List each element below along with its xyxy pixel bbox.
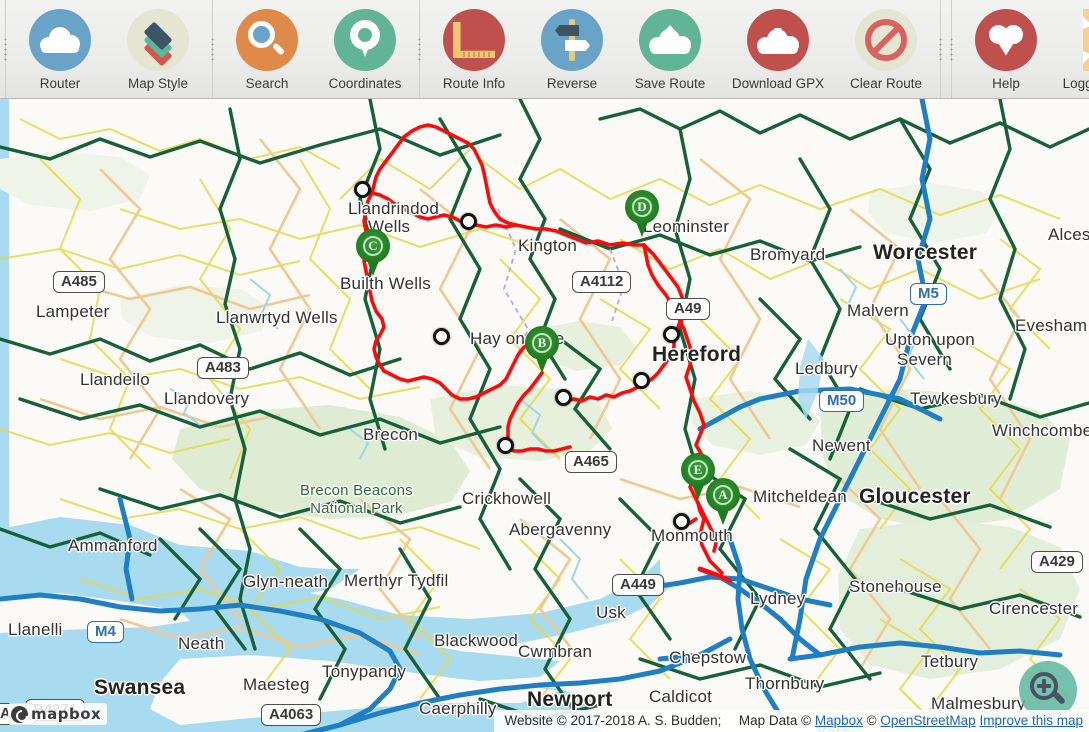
road-shield: A449 xyxy=(612,574,664,596)
road-shield: A4112 xyxy=(572,271,632,293)
toolbar-separator[interactable] xyxy=(207,0,218,98)
mapbox-logo-text: mapbox xyxy=(31,705,102,723)
road-shield: A429 xyxy=(1031,551,1083,573)
route-marker-b[interactable]: B xyxy=(525,326,643,373)
map-canvas[interactable]: Llandrindod Wells Kington Leominster Bromyar… xyxy=(0,99,1089,732)
layers-icon xyxy=(127,9,189,71)
marker-letter: B xyxy=(532,333,552,353)
road-shield: A465 xyxy=(565,451,617,473)
route-waypoint[interactable] xyxy=(354,181,371,198)
road-shield: A483 xyxy=(197,357,249,379)
no-entry-icon xyxy=(855,9,917,71)
toolbar-group-find: Search Coordinates xyxy=(218,0,414,98)
toolbar-separator[interactable] xyxy=(414,0,425,98)
attribution-website: Website © 2017-2018 A. S. Budden; xyxy=(504,713,722,728)
toolbar-label-router: Router xyxy=(39,76,81,91)
attribution-osm-link[interactable]: OpenStreetMap xyxy=(880,713,975,728)
map-basemap xyxy=(0,99,1089,732)
route-marker-e[interactable]: E xyxy=(681,453,799,500)
toolbar-label-reverse: Reverse xyxy=(546,76,598,91)
search-icon xyxy=(236,9,298,71)
main-toolbar: Router Map Style Search Coordinates Rout… xyxy=(0,0,1089,99)
toolbar-separator[interactable] xyxy=(0,0,11,98)
attribution-bar: Website © 2017-2018 A. S. Budden; Map Da… xyxy=(494,710,1089,732)
route-waypoint[interactable] xyxy=(663,326,680,343)
toolbar-button-clear-route[interactable]: Clear Route xyxy=(837,0,935,98)
toolbar-button-help[interactable]: Help xyxy=(957,0,1055,98)
toolbar-separator[interactable] xyxy=(946,0,957,98)
application-window: Router Map Style Search Coordinates Rout… xyxy=(0,0,1089,732)
road-shield: A485 xyxy=(53,271,105,293)
toolbar-button-coordinates[interactable]: Coordinates xyxy=(316,0,414,98)
toolbar-group-map: Router Map Style xyxy=(11,0,207,98)
toolbar-button-download-gpx[interactable]: Download GPX xyxy=(719,0,837,98)
route-marker-c[interactable]: C xyxy=(356,229,474,276)
road-shield: A49 xyxy=(666,298,710,320)
toolbar-label-download-gpx: Download GPX xyxy=(731,76,825,91)
toolbar-button-search[interactable]: Search xyxy=(218,0,316,98)
cloud-upload-icon xyxy=(639,9,701,71)
mapbox-logo-icon xyxy=(11,705,28,723)
zoom-in-icon xyxy=(1030,672,1067,708)
toolbar-label-account: Logged in as test xyxy=(1062,76,1089,91)
toolbar-button-save-route[interactable]: Save Route xyxy=(621,0,719,98)
map-pin-icon xyxy=(334,9,396,71)
toolbar-label-save-route: Save Route xyxy=(634,76,706,91)
route-waypoint[interactable] xyxy=(633,372,650,389)
route-waypoint[interactable] xyxy=(460,213,477,230)
toolbar-button-route-info[interactable]: Route Info xyxy=(425,0,523,98)
marker-letter: E xyxy=(688,460,708,480)
marker-letter: D xyxy=(632,197,652,217)
toolbar-label-clear-route: Clear Route xyxy=(849,76,923,91)
toolbar-label-coordinates: Coordinates xyxy=(328,76,402,91)
toolbar-button-router[interactable]: Router xyxy=(11,0,109,98)
road-shield: M50 xyxy=(819,390,865,412)
ruler-icon xyxy=(443,9,505,71)
attribution-copyright-mid: © xyxy=(866,713,877,728)
toolbar-button-reverse[interactable]: Reverse xyxy=(523,0,621,98)
marker-letter: C xyxy=(363,236,383,256)
cloud-icon xyxy=(29,9,91,71)
route-waypoint[interactable] xyxy=(433,328,450,345)
attribution-improve-link[interactable]: Improve this map xyxy=(979,713,1083,728)
toolbar-separator[interactable] xyxy=(935,0,946,98)
toolbar-label-help: Help xyxy=(992,76,1020,91)
route-marker-d[interactable]: D xyxy=(625,190,743,237)
avatar-icon xyxy=(1083,9,1089,71)
toolbar-label-search: Search xyxy=(245,76,289,91)
road-shield: M4 xyxy=(87,621,124,643)
road-shield: M5 xyxy=(910,283,947,305)
attribution-mapbox-link[interactable]: Mapbox xyxy=(815,713,863,728)
route-waypoint[interactable] xyxy=(555,389,572,406)
toolbar-group-account: Help Logged in as test xyxy=(957,0,1089,98)
toolbar-group-route: Route Info Reverse Save Route Download G… xyxy=(425,0,935,98)
toolbar-button-map-style[interactable]: Map Style xyxy=(109,0,207,98)
marker-letter: A xyxy=(713,485,733,505)
route-waypoint[interactable] xyxy=(497,437,514,454)
toolbar-label-route-info: Route Info xyxy=(442,76,506,91)
toolbar-label-map-style: Map Style xyxy=(127,76,189,91)
attribution-mapdata-prefix: Map Data © xyxy=(738,713,812,728)
signpost-icon xyxy=(541,9,603,71)
road-shield: A4063 xyxy=(261,704,322,726)
mapbox-logo[interactable]: mapbox xyxy=(8,703,108,725)
route-waypoint[interactable] xyxy=(673,513,690,530)
heart-icon xyxy=(975,9,1037,71)
cloud-download-icon xyxy=(747,9,809,71)
toolbar-button-account[interactable]: Logged in as test xyxy=(1055,0,1089,98)
